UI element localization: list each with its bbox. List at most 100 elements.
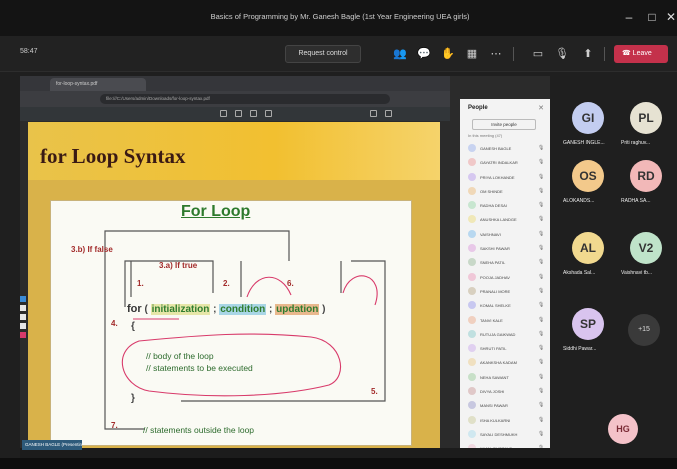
people-icon[interactable]: 👥 (392, 46, 408, 62)
participant-row[interactable]: OM SHINDE 🎙 (466, 184, 546, 198)
participant-tile[interactable]: RD RADHA SA... (618, 154, 674, 216)
participant-tile[interactable]: AL Akshada Sal... (560, 226, 616, 288)
more-participants-button[interactable]: +15 (628, 314, 660, 346)
participants-count: In this meeting (47) (468, 133, 503, 138)
mic-icon: 🎙 (538, 402, 545, 409)
participant-name: GANESH INGLE... (563, 140, 605, 146)
participant-row[interactable]: ANUSHKA LANDGE 🎙 (466, 212, 546, 226)
camera-icon[interactable]: ▭ (530, 46, 546, 62)
browser-address-bar: file:///C:/Users/admin/Downloads/for-loo… (20, 91, 450, 107)
participant-name: GANESH BAGLE (480, 146, 512, 151)
pdf-tool-icon (220, 110, 227, 117)
label-if-true: 3.a) If true (159, 261, 198, 270)
leave-label: Leave (632, 50, 652, 57)
for-statement: for ( initialization ; condition ; updat… (127, 303, 325, 315)
participant-row[interactable]: POOJA JADHAV 🎙 (466, 270, 546, 284)
avatar: AL (572, 232, 604, 264)
initialization-expr: initialization (150, 304, 211, 315)
participant-row[interactable]: RUTUJA GAIKWAD 🎙 (466, 327, 546, 341)
avatar (468, 229, 476, 238)
shared-screen: for-loop-syntax.pdf file:///C:/Users/adm… (20, 76, 550, 464)
eraser-tool-icon[interactable] (20, 305, 26, 311)
meeting-timer: 58:47 (20, 48, 38, 55)
participant-row[interactable]: MANSI PAWAR 🎙 (466, 398, 546, 412)
avatar (468, 315, 476, 324)
participant-tile[interactable]: GI GANESH INGLE... (560, 96, 616, 158)
participant-row[interactable]: PRANALI MORE 🎙 (466, 284, 546, 298)
annotation-scribble (246, 276, 292, 298)
open-brace: { (131, 321, 135, 332)
pdf-tool-icon (385, 110, 392, 117)
participant-row[interactable]: RADHA DESAI 🎙 (466, 198, 546, 212)
mic-icon: 🎙 (538, 202, 545, 209)
participant-tile[interactable]: OS ALOKANDS... (560, 154, 616, 216)
participant-tile[interactable]: PL Priti raghuv... (618, 96, 674, 158)
mic-icon: 🎙 (538, 173, 545, 180)
more-icon[interactable]: ⋯ (488, 46, 504, 62)
leave-button[interactable]: ☎ Leave (614, 45, 668, 63)
participant-row[interactable]: ISHA KULKARNI 🎙 (466, 413, 546, 427)
participant-name: Akshada Sal... (563, 270, 596, 276)
outside-comment: // statements outside the loop (143, 425, 255, 435)
avatar (468, 401, 476, 410)
for-loop-diagram: For Loop 3.b) If false 3.a) If true 1. 2… (50, 200, 412, 446)
participant-row[interactable]: SAYALI DESHMUKH 🎙 (466, 427, 546, 441)
participant-tile[interactable]: V2 Vaishnavi tb... (618, 226, 674, 288)
participant-name: POOJA JADHAV (480, 274, 510, 280)
invite-people-button[interactable]: Invite people (472, 119, 536, 130)
participant-name: NEHA SAWANT (480, 374, 509, 380)
avatar (468, 186, 476, 195)
slide-title: for Loop Syntax (40, 144, 186, 168)
participant-name: KOMAL SHELKE (480, 303, 511, 309)
mic-icon: 🎙 (538, 430, 545, 437)
avatar (468, 415, 476, 424)
mic-icon: 🎙 (538, 316, 545, 323)
browser-url: file:///C:/Users/admin/Downloads/for-loo… (100, 94, 390, 104)
pen-tool-icon[interactable] (20, 296, 26, 302)
participant-row[interactable]: NEHA SAWANT 🎙 (466, 370, 546, 384)
avatar (468, 372, 476, 381)
participant-name: OM SHINDE (480, 188, 503, 194)
color-swatch-icon[interactable] (20, 332, 26, 338)
participant-row[interactable]: TANVI KALE 🎙 (466, 313, 546, 327)
participant-name: SHRUTI PATIL (480, 346, 507, 352)
participant-row[interactable]: PRIYA LOKHANDE 🎙 (466, 170, 546, 184)
avatar (468, 329, 476, 338)
participant-row[interactable]: SAKSHI PAWAR 🎙 (466, 241, 546, 255)
view-icon[interactable]: ▦ (464, 46, 480, 62)
pdf-tool-icon (265, 110, 272, 117)
highlighter-tool-icon[interactable] (20, 314, 26, 320)
reactions-icon[interactable]: ✋ (440, 46, 456, 62)
chat-icon[interactable]: 💬 (416, 46, 432, 62)
mic-icon[interactable]: 🎙 (554, 46, 570, 62)
participant-tile[interactable]: SP Siddhi Pawar... (560, 302, 616, 364)
participant-row[interactable]: GAYATRI INDALKAR 🎙 (466, 155, 546, 169)
toolbar-divider (513, 47, 514, 61)
browser-tab-strip: for-loop-syntax.pdf (20, 76, 450, 91)
participant-name: AKANKSHA KADAM (480, 360, 517, 366)
presenter-label: GANESH BAGLE (Presenting) (22, 440, 82, 450)
participant-row[interactable]: SHRUTI PATIL 🎙 (466, 341, 546, 355)
participant-row[interactable]: GANESH BAGLE 🎙 (466, 141, 546, 155)
close-icon[interactable]: ✕ (538, 104, 544, 112)
participant-name: RADHA DESAI (480, 203, 507, 209)
participant-name: PRIYA LOKHANDE (480, 174, 515, 180)
request-control-button[interactable]: Request control (285, 45, 361, 63)
maximize-icon[interactable]: □ (643, 9, 661, 25)
participant-name: RUTUJA GAIKWAD (480, 331, 516, 337)
self-avatar[interactable]: HG (608, 414, 638, 444)
shape-tool-icon[interactable] (20, 323, 26, 329)
minimize-icon[interactable]: – (620, 9, 638, 25)
avatar: RD (630, 160, 662, 192)
avatar (468, 201, 476, 210)
mic-icon: 🎙 (538, 259, 545, 266)
participant-row[interactable]: KOMAL SHELKE 🎙 (466, 298, 546, 312)
participant-row[interactable]: AKANKSHA KADAM 🎙 (466, 355, 546, 369)
share-icon[interactable]: ⬆ (580, 46, 596, 62)
mic-icon: 🎙 (538, 345, 545, 352)
participant-row[interactable]: VAISHNAVI 🎙 (466, 227, 546, 241)
close-icon[interactable]: ✕ (662, 9, 677, 25)
participant-row[interactable]: DIVYA JOSHI 🎙 (466, 384, 546, 398)
participant-row[interactable]: SNEHA PATIL 🎙 (466, 255, 546, 269)
participant-list: GANESH BAGLE 🎙 GAYATRI INDALKAR 🎙 PRIYA LOKH… (466, 141, 546, 456)
